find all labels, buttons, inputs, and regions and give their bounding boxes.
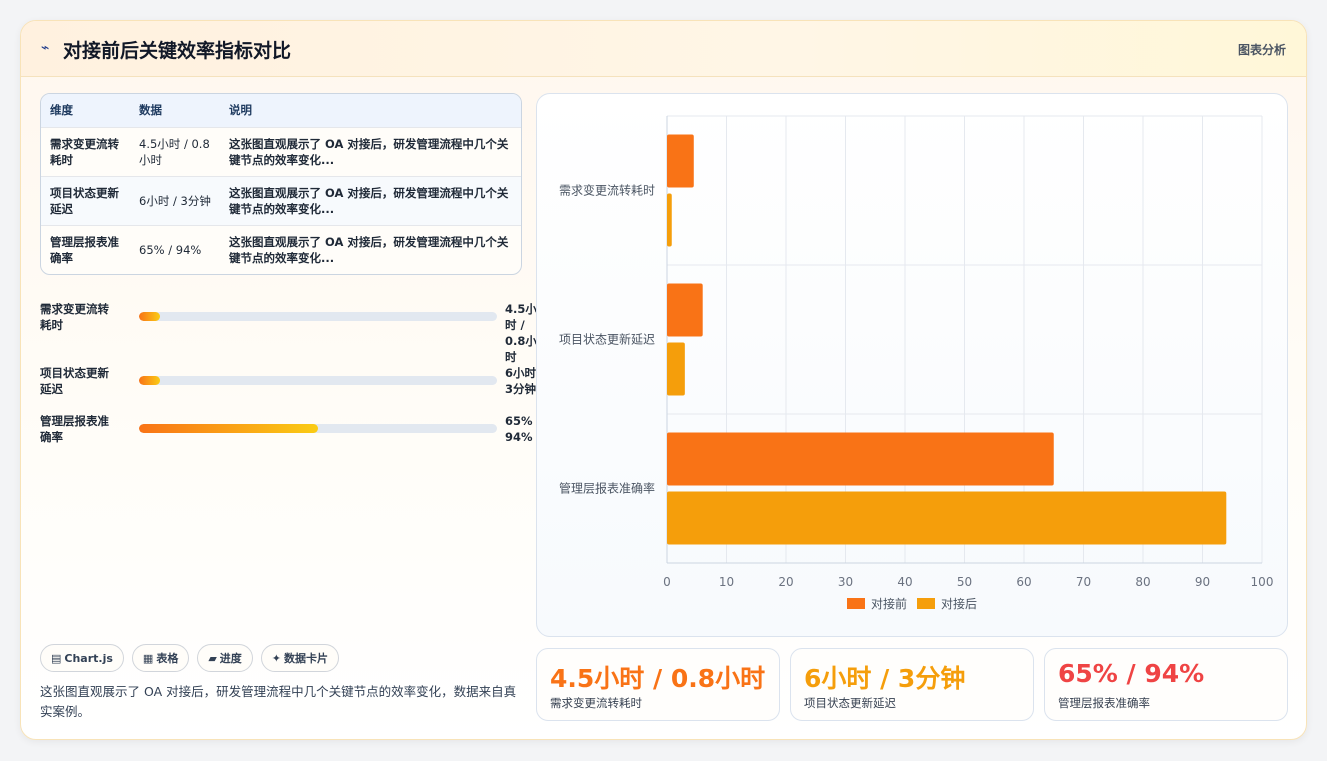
- x-tick-label: 0: [663, 575, 671, 589]
- x-tick-label: 80: [1135, 575, 1150, 589]
- table-row: 管理层报表准确率 65% / 94% 这张图直观展示了 OA 对接后，研发管理流…: [41, 224, 521, 274]
- data-table: 维度 数据 说明 需求变更流转耗时 4.5小时 / 0.8小时 这张图直观展示了…: [40, 93, 522, 275]
- kpi-value: 6小时 / 3分钟: [804, 664, 966, 693]
- card-header: ⌁ 对接前后关键效率指标对比 图表分析: [21, 21, 1306, 77]
- y-category-label: 需求变更流转耗时: [559, 183, 655, 198]
- row-note: 这张图直观展示了 OA 对接后，研发管理流程中几个关键节点的效率变化...: [220, 126, 521, 176]
- table-row: 项目状态更新延迟 6小时 / 3分钟 这张图直观展示了 OA 对接后，研发管理流…: [41, 175, 521, 225]
- kpi-label: 项目状态更新延迟: [804, 696, 896, 710]
- x-tick-label: 70: [1076, 575, 1091, 589]
- chip-label: 数据卡片: [284, 652, 329, 665]
- chip-label: 进度: [219, 652, 242, 665]
- kpi-card: 4.5小时 / 0.8小时 需求变更流转耗时: [536, 648, 780, 721]
- chart-icon: ▤: [51, 651, 62, 665]
- kpi-card: 6小时 / 3分钟 项目状态更新延迟: [790, 648, 1034, 721]
- chip-label: Chart.js: [64, 651, 113, 665]
- progress-track: [139, 424, 497, 433]
- sparkle-icon: ✦: [271, 651, 282, 665]
- progress-icon: ▰: [208, 651, 217, 665]
- progress-track: [139, 312, 497, 321]
- description-text: 这张图直观展示了 OA 对接后，研发管理流程中几个关键节点的效率变化，数据来自真…: [40, 684, 517, 719]
- column-header: 说明: [229, 103, 252, 118]
- x-tick-label: 50: [957, 575, 972, 589]
- kpi-label: 需求变更流转耗时: [550, 696, 642, 710]
- legend-label: 对接后: [941, 596, 977, 611]
- progress-fill: [139, 312, 161, 321]
- x-tick-label: 10: [719, 575, 734, 589]
- progress-fill: [139, 424, 318, 433]
- table-row: 需求变更流转耗时 4.5小时 / 0.8小时 这张图直观展示了 OA 对接后，研…: [41, 126, 521, 176]
- page-title: 对接前后关键效率指标对比: [63, 40, 292, 62]
- x-tick-label: 40: [897, 575, 912, 589]
- chart-analysis-tag: 图表分析: [1237, 43, 1286, 57]
- progress-label: 管理层报表准确率: [40, 414, 109, 444]
- tech-chips: ▤ Chart.js ▦ 表格 ▰ 进度 ✦ 数据卡片: [40, 644, 340, 672]
- y-category-label: 项目状态更新延迟: [559, 332, 655, 347]
- row-dimension: 需求变更流转耗时: [41, 126, 130, 176]
- column-header: 数据: [139, 103, 162, 118]
- table-icon: ▦: [142, 651, 154, 665]
- legend-swatch: [917, 598, 935, 609]
- kpi-label: 管理层报表准确率: [1058, 696, 1150, 710]
- legend-label: 对接前: [871, 596, 907, 611]
- progress-label: 需求变更流转耗时: [40, 302, 109, 332]
- progress-track: [139, 376, 497, 385]
- bar-chart-panel: 0 10 20 30 40 50 60 70 80 90 100 需求变更流转耗时 项目状态更新延迟 管理…: [536, 93, 1288, 637]
- bar: [667, 432, 1054, 486]
- row-data: 65% / 94%: [130, 224, 220, 274]
- bar: [667, 134, 694, 188]
- x-tick-label: 100: [1251, 575, 1274, 589]
- kpi-card: 65% / 94% 管理层报表准确率: [1044, 648, 1288, 721]
- chip-chartjs[interactable]: ▤ Chart.js: [40, 644, 124, 672]
- kpi-value: 4.5小时 / 0.8小时: [550, 664, 766, 693]
- x-tick-label: 60: [1016, 575, 1031, 589]
- row-dimension: 管理层报表准确率: [41, 224, 130, 274]
- pulse-icon: ⌁: [41, 40, 50, 56]
- kpi-value: 65% / 94%: [1058, 659, 1205, 688]
- column-header: 维度: [50, 103, 73, 118]
- chip-table[interactable]: ▦ 表格: [131, 644, 190, 672]
- chip-label: 表格: [156, 652, 179, 665]
- chip-data-card[interactable]: ✦ 数据卡片: [260, 644, 340, 672]
- bar: [667, 193, 672, 247]
- chip-progress[interactable]: ▰ 进度: [197, 644, 253, 672]
- bar: [667, 342, 685, 396]
- progress-label: 项目状态更新延迟: [40, 366, 109, 396]
- x-tick-label: 30: [838, 575, 853, 589]
- progress-fill: [139, 376, 161, 385]
- row-note: 这张图直观展示了 OA 对接后，研发管理流程中几个关键节点的效率变化...: [220, 175, 521, 225]
- bar: [667, 283, 703, 337]
- legend-swatch: [847, 598, 865, 609]
- row-data: 4.5小时 / 0.8小时: [130, 126, 220, 176]
- row-note: 这张图直观展示了 OA 对接后，研发管理流程中几个关键节点的效率变化...: [220, 224, 521, 274]
- x-tick-label: 90: [1195, 575, 1210, 589]
- bar-chart: 0 10 20 30 40 50 60 70 80 90 100 需求变更流转耗时项目状态更新延迟管理…: [559, 115, 1274, 611]
- row-dimension: 项目状态更新延迟: [41, 175, 130, 225]
- y-category-label: 管理层报表准确率: [559, 481, 655, 496]
- x-tick-label: 20: [778, 575, 793, 589]
- bar: [667, 491, 1227, 545]
- row-data: 6小时 / 3分钟: [130, 175, 220, 225]
- dashboard-card: ⌁ 对接前后关键效率指标对比 图表分析 维度 数据 说明 需求变更流转耗时 4.…: [20, 20, 1307, 740]
- table-header-row: 维度 数据 说明: [41, 94, 521, 127]
